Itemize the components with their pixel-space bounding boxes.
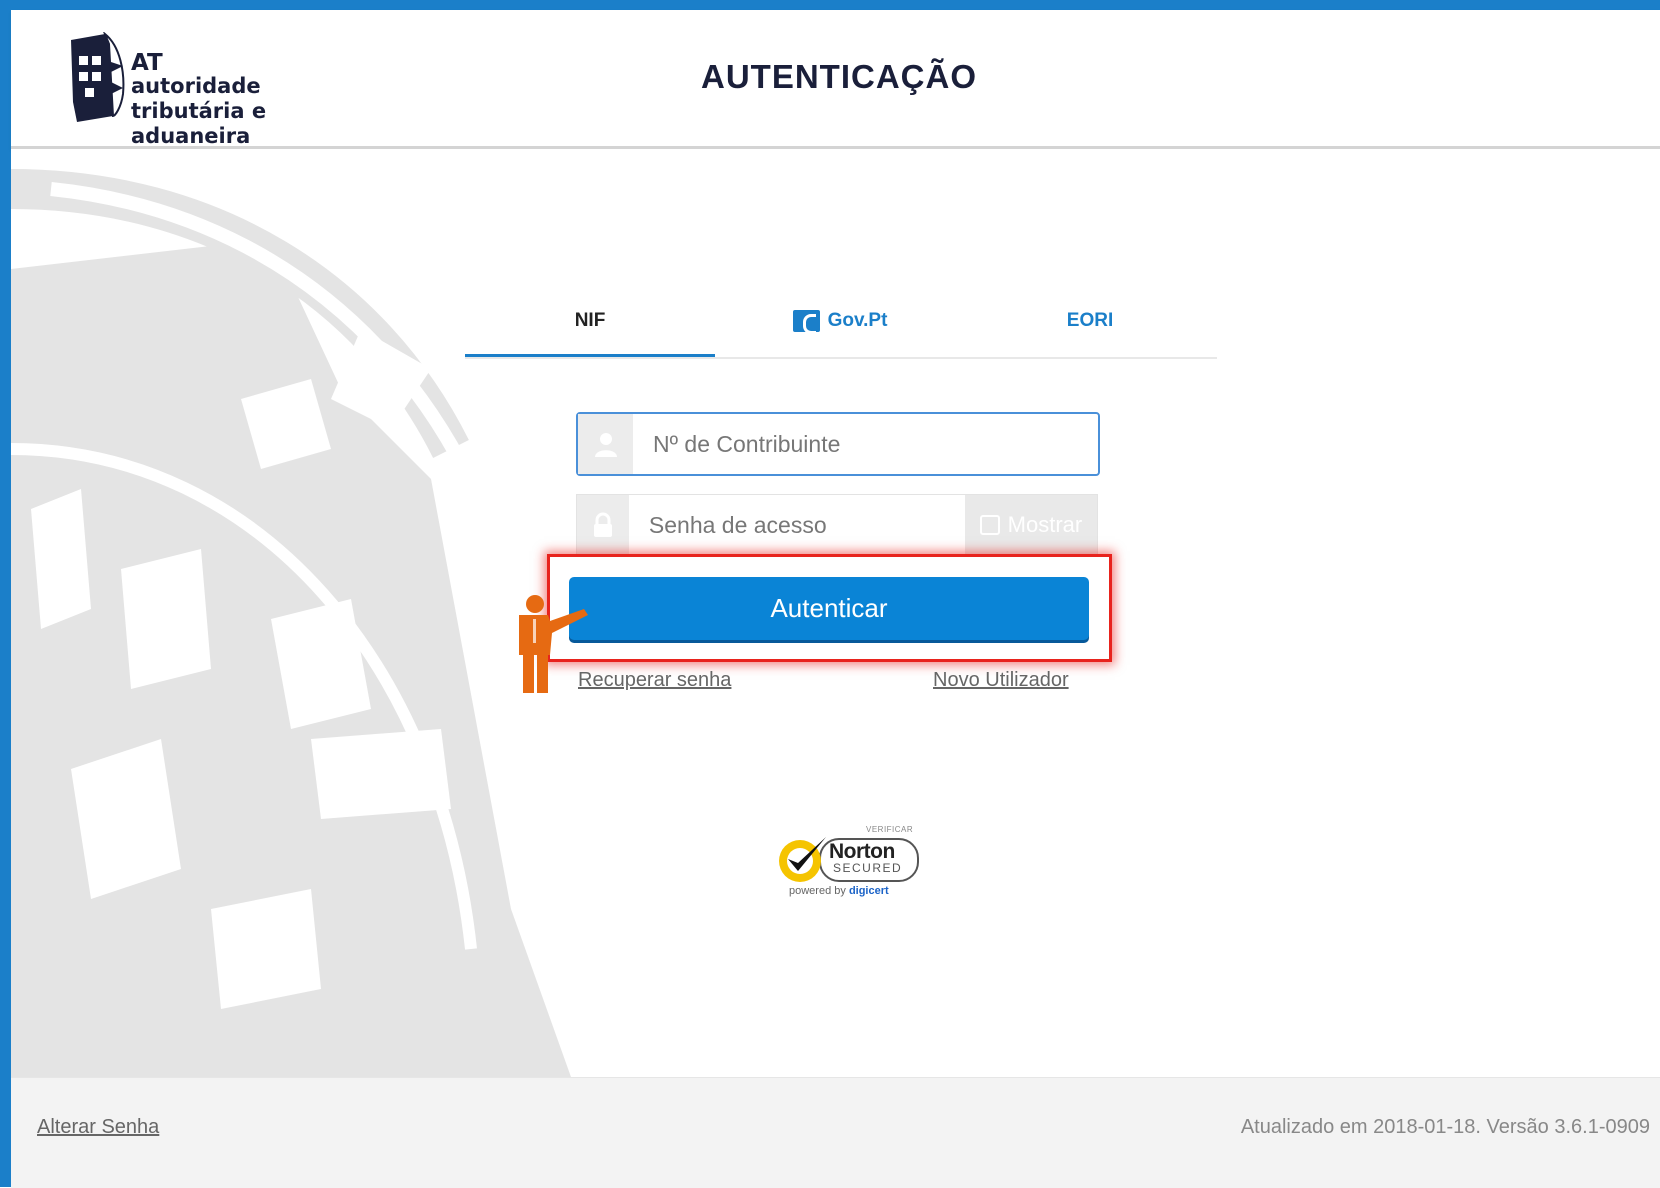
password-input-group: Mostrar bbox=[576, 494, 1098, 556]
gov-pt-icon bbox=[792, 310, 820, 334]
norton-check-icon bbox=[779, 837, 826, 882]
authenticate-button[interactable]: Autenticar bbox=[569, 577, 1089, 640]
new-user-link[interactable]: Novo Utilizador bbox=[933, 669, 1069, 692]
logo-acronym: AT bbox=[131, 50, 163, 76]
show-password-label: Mostrar bbox=[1007, 512, 1083, 537]
tab-nif-label: NIF bbox=[574, 309, 606, 331]
page-title: AUTENTICAÇÃO bbox=[701, 58, 977, 95]
tab-gov-pt[interactable]: Gov.Pt bbox=[715, 287, 965, 355]
norton-secured-badge[interactable]: VERIFICAR Norton SECURED powered by digi… bbox=[776, 821, 921, 911]
user-icon bbox=[578, 414, 633, 474]
recover-password-link[interactable]: Recuperar senha bbox=[578, 669, 731, 692]
change-password-link[interactable]: Alterar Senha bbox=[37, 1116, 159, 1139]
logo-line-1: autoridade bbox=[131, 74, 261, 98]
auth-method-tabs: NIF Gov.Pt EORI bbox=[465, 287, 1217, 359]
tab-gov-pt-label: Gov.Pt bbox=[827, 310, 888, 331]
page-header: AT autoridade tributária e aduaneira AUT… bbox=[11, 10, 1660, 149]
page-footer: Alterar Senha Atualizado em 2018-01-18. … bbox=[11, 1077, 1660, 1188]
password-input[interactable] bbox=[628, 495, 965, 555]
badge-secured: SECURED bbox=[833, 861, 903, 875]
badge-powered-by: powered by bbox=[789, 885, 846, 897]
logo-wordmark: AT autoridade tributária e aduaneira bbox=[131, 52, 365, 149]
login-area: NIF Gov.Pt EORI Mostrar Autenticar bbox=[11, 149, 1660, 1077]
at-logo[interactable]: AT autoridade tributária e aduaneira bbox=[65, 32, 365, 148]
badge-provider: digicert bbox=[848, 885, 889, 897]
window-frame-left bbox=[0, 0, 11, 1187]
lock-icon bbox=[577, 495, 629, 555]
show-password-toggle[interactable]: Mostrar bbox=[964, 495, 1097, 555]
window-frame-top bbox=[0, 0, 1660, 10]
nif-input-group bbox=[576, 412, 1100, 476]
badge-verify-label: VERIFICAR bbox=[866, 825, 914, 834]
tab-nif[interactable]: NIF bbox=[465, 287, 715, 357]
version-info: Atualizado em 2018-01-18. Versão 3.6.1-0… bbox=[1240, 1116, 1650, 1138]
tab-eori[interactable]: EORI bbox=[965, 287, 1215, 355]
nif-input[interactable] bbox=[633, 414, 1098, 474]
logo-line-2: tributária e aduaneira bbox=[131, 99, 267, 148]
badge-powered: powered by digicert bbox=[789, 885, 889, 897]
at-emblem-icon bbox=[71, 32, 125, 122]
show-password-checkbox[interactable] bbox=[979, 515, 1000, 535]
tab-eori-label: EORI bbox=[1066, 310, 1114, 331]
